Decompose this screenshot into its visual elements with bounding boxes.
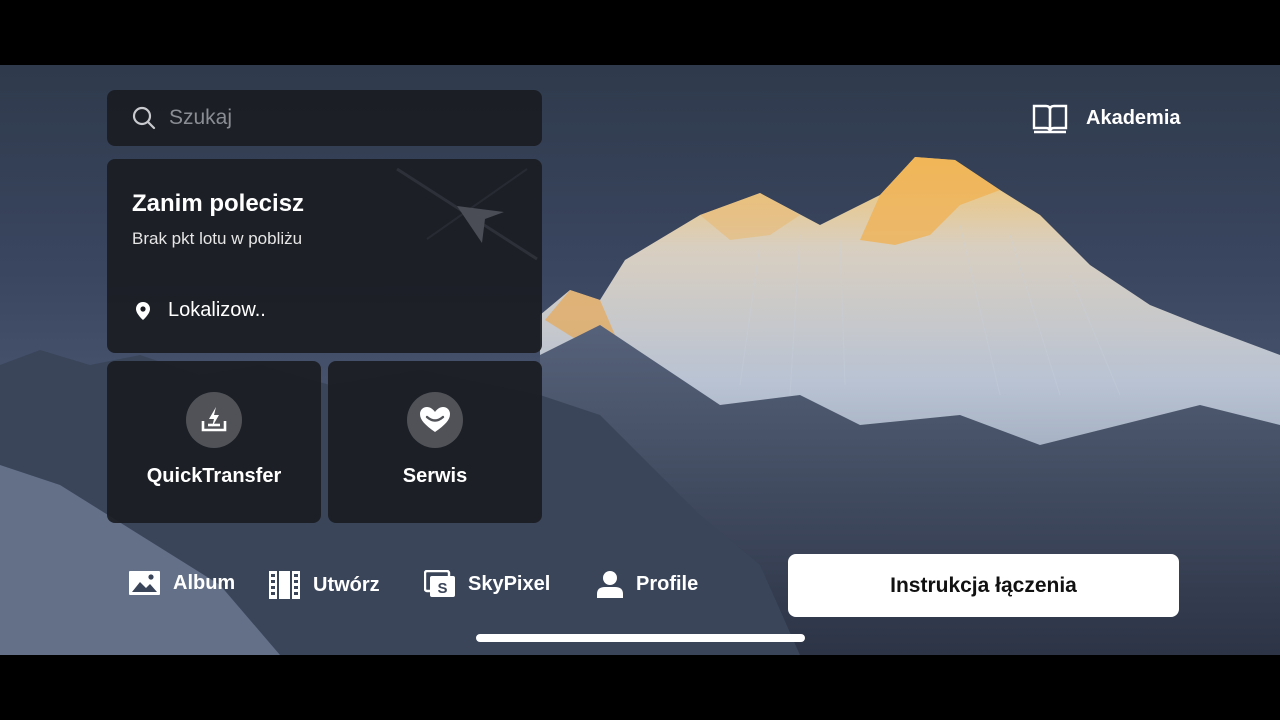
flight-card-subtitle: Brak pkt lotu w pobliżu <box>132 229 303 248</box>
academy-label: Akademia <box>1086 106 1181 129</box>
nav-album-label: Album <box>173 571 236 594</box>
location-status-text: Lokalizow.. <box>168 299 266 321</box>
quicktransfer-icon <box>186 392 242 448</box>
image-icon <box>129 571 160 595</box>
book-icon <box>1032 104 1068 134</box>
location-pin-icon <box>136 301 150 320</box>
service-label: Serwis <box>402 465 468 487</box>
quicktransfer-tile[interactable]: QuickTransfer <box>107 361 321 523</box>
connection-guide-button[interactable]: Instrukcja łączenia <box>788 554 1179 617</box>
letterbox-top <box>0 0 1280 65</box>
quicktransfer-label: QuickTransfer <box>146 465 282 487</box>
person-icon <box>597 571 623 598</box>
nav-create-label: Utwórz <box>313 573 380 596</box>
nav-profile-label: Profile <box>636 572 699 595</box>
nav-create[interactable]: Utwórz <box>268 570 380 600</box>
search-input[interactable] <box>167 105 531 131</box>
location-status: Lokalizow.. <box>132 299 266 322</box>
search-icon <box>132 106 156 130</box>
navigation-arrow-icon <box>396 167 538 261</box>
academy-link[interactable]: Akademia <box>1032 102 1181 134</box>
flight-card-title: Zanim polecisz <box>132 190 305 217</box>
skypixel-icon: S <box>424 570 455 597</box>
nav-skypixel-label: SkyPixel <box>468 572 551 595</box>
nav-album[interactable]: Album <box>128 570 235 596</box>
home-indicator[interactable] <box>476 634 805 642</box>
before-flight-card[interactable]: Zanim polecisz Brak pkt lotu w pobliżu L… <box>107 159 542 353</box>
search-bar[interactable] <box>107 90 542 146</box>
service-heart-icon <box>407 392 463 448</box>
service-tile[interactable]: Serwis <box>328 361 542 523</box>
svg-text:S: S <box>437 580 447 597</box>
letterbox-bottom <box>0 655 1280 720</box>
nav-skypixel[interactable]: S SkyPixel <box>424 570 550 598</box>
nav-profile[interactable]: Profile <box>596 570 698 598</box>
film-strip-icon <box>269 571 300 599</box>
